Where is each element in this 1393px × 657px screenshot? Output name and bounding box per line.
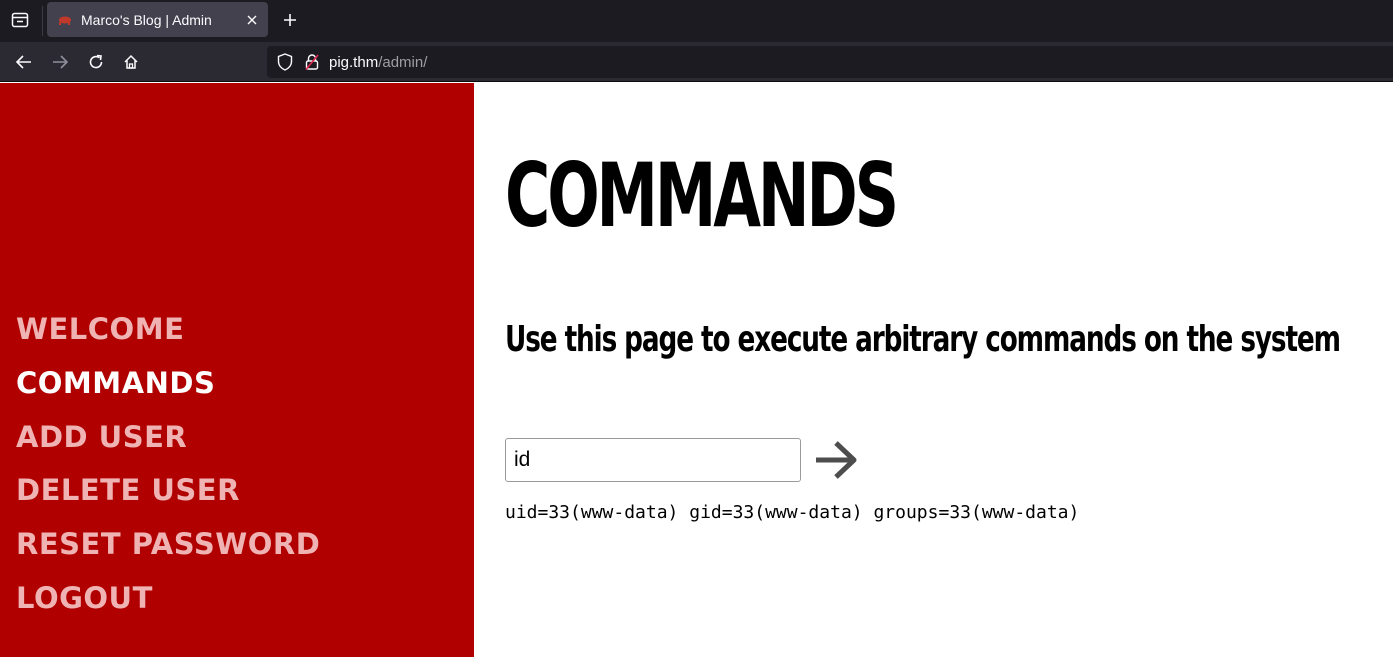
pig-favicon-icon [57,12,73,28]
page-title: COMMANDS [505,144,899,247]
insecure-lock-icon[interactable] [303,52,321,72]
tab-separator [42,6,43,36]
back-arrow-icon[interactable] [9,47,39,77]
sidebar-item-logout[interactable]: LOGOUT [16,580,320,634]
page-subtitle: Use this page to execute arbitrary comma… [505,319,1341,360]
sidebar-item-reset-password[interactable]: RESET PASSWORD [16,526,320,580]
forward-arrow-icon[interactable] [45,47,75,77]
url-text: pig.thm/admin/ [329,54,427,71]
tab-close-icon[interactable] [240,8,264,32]
sidebar-item-welcome[interactable]: WELCOME [16,311,320,365]
browser-tab-strip: Marco's Blog | Admin [0,0,1393,42]
home-icon[interactable] [116,47,146,77]
sidebar-item-add-user[interactable]: ADD USER [16,419,320,473]
command-output: uid=33(www-data) gid=33(www-data) groups… [505,502,1080,523]
url-path: /admin/ [378,53,428,71]
new-tab-icon[interactable] [276,6,304,34]
sidebar-item-delete-user[interactable]: DELETE USER [16,472,320,526]
browser-tab[interactable]: Marco's Blog | Admin [47,2,268,37]
main-content: COMMANDS Use this page to execute arbitr… [505,83,1385,657]
sidebar-item-commands[interactable]: COMMANDS [16,365,320,419]
tab-title: Marco's Blog | Admin [81,11,212,28]
page-viewport: WELCOME COMMANDS ADD USER DELETE USER RE… [0,83,1393,657]
submit-arrow-icon[interactable] [811,435,861,485]
tracking-shield-icon[interactable] [275,52,295,72]
url-host: pig.thm [329,53,379,71]
url-bar[interactable]: pig.thm/admin/ [267,46,1393,78]
browser-nav-bar: pig.thm/admin/ [0,42,1393,82]
command-input[interactable] [505,438,801,482]
tab-list-icon[interactable] [6,6,34,34]
sidebar-menu: WELCOME COMMANDS ADD USER DELETE USER RE… [16,311,320,634]
reload-icon[interactable] [81,47,111,77]
sidebar: WELCOME COMMANDS ADD USER DELETE USER RE… [0,83,474,657]
